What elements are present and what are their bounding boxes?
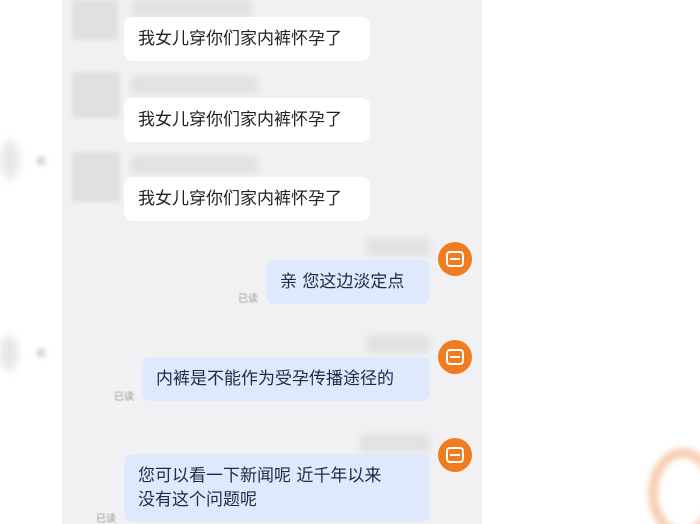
customer-message-bubble: 我女儿穿你们家内裤怀孕了 [124,177,370,221]
agent-message-bubble: 您可以看一下新闻呢 近千年以来 没有这个问题呢 [124,454,430,522]
message-text-line: 没有这个问题呢 [138,490,257,510]
agent-name-blurred [366,238,430,256]
agent-avatar-icon [438,242,472,276]
customer-avatar-blurred [72,72,120,118]
customer-name-blurred [132,0,252,18]
agent-message-bubble: 亲 您这边淡定点 [266,260,430,304]
blurred-corner-decoration [648,448,700,524]
message-text: 亲 您这边淡定点 [280,272,405,292]
screenshot-stage: 我女儿穿你们家内裤怀孕了 我女儿穿你们家内裤怀孕了 我女儿穿你们家内裤怀孕了 已… [0,0,700,524]
message-text: 内裤是不能作为受孕传播途径的 [156,369,394,389]
customer-name-blurred [130,156,258,174]
read-status: 已读 [238,294,258,305]
blurred-background-element [0,335,18,371]
customer-avatar-blurred [72,152,120,202]
agent-name-blurred [366,335,430,353]
agent-name-blurred [360,434,430,452]
blurred-background-element [0,140,20,180]
message-text: 我女儿穿你们家内裤怀孕了 [138,189,342,209]
blurred-background-dot [36,156,46,166]
agent-message-bubble: 内裤是不能作为受孕传播途径的 [142,357,430,401]
blurred-background-dot [36,348,46,358]
message-text-line: 您可以看一下新闻呢 近千年以来 [138,466,382,486]
agent-avatar-icon [438,340,472,374]
customer-message-bubble: 我女儿穿你们家内裤怀孕了 [124,17,370,61]
customer-avatar-blurred [72,0,118,40]
message-text: 我女儿穿你们家内裤怀孕了 [138,110,342,130]
chat-window[interactable]: 我女儿穿你们家内裤怀孕了 我女儿穿你们家内裤怀孕了 我女儿穿你们家内裤怀孕了 已… [62,0,482,524]
message-text: 我女儿穿你们家内裤怀孕了 [138,29,342,49]
agent-avatar-icon [438,438,472,472]
customer-name-blurred [130,76,258,94]
customer-message-bubble: 我女儿穿你们家内裤怀孕了 [124,98,370,142]
read-status: 已读 [114,392,134,403]
read-status: 已读 [96,514,116,524]
